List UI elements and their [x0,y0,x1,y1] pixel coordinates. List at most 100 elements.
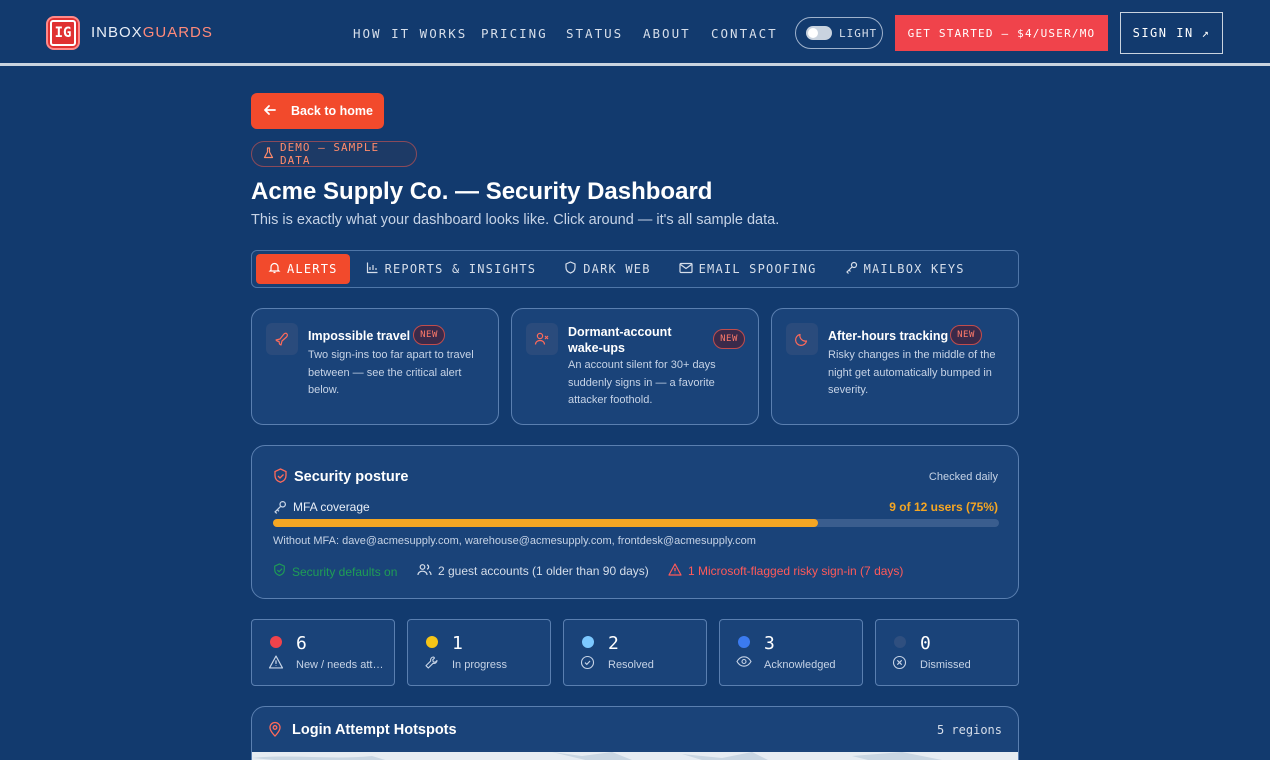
counter-value: 3 [764,633,775,654]
security-defaults-label: Security defaults on [292,564,398,579]
toggle-knob [808,28,818,38]
bar-chart-icon [366,261,379,277]
status-counter-new[interactable]: 6 New / needs attention [251,619,395,686]
guest-accounts-label: 2 guest accounts (1 older than 90 days) [438,564,649,578]
feature-title: Impossible travel [308,329,411,343]
theme-toggle-label: LIGHT [839,26,878,40]
sign-in-label: SIGN IN [1132,26,1194,40]
bell-icon [268,261,281,277]
back-to-home-button[interactable]: Back to home [251,93,384,129]
toggle-track [806,26,832,40]
mail-icon [679,262,693,277]
page-subtitle: This is exactly what your dashboard look… [251,212,780,228]
world-map[interactable] [252,752,1018,760]
tab-email-spoofing-label: EMAIL SPOOFING [698,262,817,276]
security-defaults-status: Security defaults on [273,563,397,580]
security-posture-card: Security posture Checked daily MFA cover… [251,445,1019,599]
feature-description: An account silent for 30+ days suddenly … [568,359,716,406]
nav-status[interactable]: STATUS [566,26,623,41]
feature-description: Two sign-ins too far apart to travel bet… [308,349,474,396]
moon-icon [786,323,818,355]
users-icon [417,563,432,579]
new-badge: NEW [413,325,445,345]
brand-name[interactable]: INBOXGUARDS [91,24,213,41]
tab-reports-label: REPORTS & INSIGHTS [384,262,537,276]
map-graphic [252,752,942,760]
nav-about[interactable]: ABOUT [643,26,691,41]
status-dot [582,636,594,648]
user-x-icon [526,323,558,355]
tab-mailbox-keys-label: MAILBOX KEYS [863,262,965,276]
feature-description: Risky changes in the middle of the night… [828,349,996,396]
demo-badge: DEMO — SAMPLE DATA [251,141,417,167]
posture-title: Security posture [294,469,409,485]
nav-pricing[interactable]: PRICING [481,26,548,41]
counter-label: Acknowledged [764,659,836,671]
status-dot [270,636,282,648]
checked-daily-label: Checked daily [928,471,998,483]
status-counter-in-progress[interactable]: 1 In progress [407,619,551,686]
flask-icon [263,146,274,162]
nav-contact[interactable]: CONTACT [711,26,778,41]
tab-email-spoofing[interactable]: EMAIL SPOOFING [667,254,829,284]
feature-card-after-hours[interactable]: After-hours tracking NEW Risky changes i… [771,308,1019,425]
shield-icon [564,261,577,277]
new-badge: NEW [713,329,745,349]
counter-value: 2 [608,633,619,654]
check-circle-icon [580,655,595,675]
tab-alerts-label: ALERTS [287,262,338,276]
wrench-icon [424,655,439,675]
tab-dark-web[interactable]: DARK WEB [552,254,662,284]
map-pin-icon [268,721,282,742]
feature-card-dormant-account[interactable]: Dormant-account wake-ups NEW An account … [511,308,759,425]
risky-signin-status[interactable]: 1 Microsoft-flagged risky sign-in (7 day… [668,563,903,579]
logo[interactable]: IG [46,16,80,50]
status-counter-dismissed[interactable]: 0 Dismissed [875,619,1019,686]
plane-icon [266,323,298,355]
counter-value: 0 [920,633,931,654]
brand-part-1: INBOX [91,24,143,41]
top-navigation-bar: IG INBOXGUARDS HOW IT WORKS PRICING STAT… [0,0,1270,66]
hotspots-title: Login Attempt Hotspots [292,722,457,738]
nav-how-it-works[interactable]: HOW IT WORKS [353,26,467,41]
logo-mark: IG [50,20,76,46]
feature-title: After-hours tracking [828,329,949,343]
status-dot [426,636,438,648]
get-started-button[interactable]: GET STARTED — $4/USER/MO [895,15,1108,51]
warning-icon [268,655,284,674]
guest-accounts-status: 2 guest accounts (1 older than 90 days) [417,563,649,579]
new-badge: NEW [950,325,982,345]
sign-in-button[interactable]: SIGN IN ↗ [1120,12,1223,54]
counter-label: In progress [452,659,508,671]
counter-label: Dismissed [920,659,971,671]
mfa-coverage-label: MFA coverage [293,500,370,514]
shield-check-icon [273,468,288,489]
key-icon [845,261,858,277]
risky-signin-label: 1 Microsoft-flagged risky sign-in (7 day… [688,564,904,578]
feature-title: Dormant-account wake-ups [568,325,672,355]
counter-label: Resolved [608,659,654,671]
external-link-icon: ↗ [1201,26,1211,40]
page-title: Acme Supply Co. — Security Dashboard [251,178,713,205]
tab-dark-web-label: DARK WEB [583,262,651,276]
tab-alerts[interactable]: ALERTS [256,254,350,284]
theme-toggle[interactable]: LIGHT [795,17,883,49]
mfa-progress-fill [273,519,818,527]
mfa-progress-bar [273,519,999,527]
tab-mailbox-keys[interactable]: MAILBOX KEYS [833,254,977,284]
key-icon [273,500,287,519]
arrow-left-icon [263,103,277,120]
counter-label: New / needs attention [296,659,384,671]
feature-card-impossible-travel[interactable]: Impossible travel NEW Two sign-ins too f… [251,308,499,425]
tab-reports-insights[interactable]: REPORTS & INSIGHTS [354,254,549,284]
back-to-home-label: Back to home [291,104,373,118]
x-circle-icon [892,655,907,675]
counter-value: 1 [452,633,463,654]
status-dot [738,636,750,648]
demo-badge-label: DEMO — SAMPLE DATA [280,141,380,167]
status-counter-resolved[interactable]: 2 Resolved [563,619,707,686]
status-counter-acknowledged[interactable]: 3 Acknowledged [719,619,863,686]
hotspots-region-count: 5 regions [936,723,1002,737]
without-mfa-list: Without MFA: dave@acmesupply.com, wareho… [273,535,756,547]
login-hotspots-card: Login Attempt Hotspots 5 regions [251,706,1019,760]
